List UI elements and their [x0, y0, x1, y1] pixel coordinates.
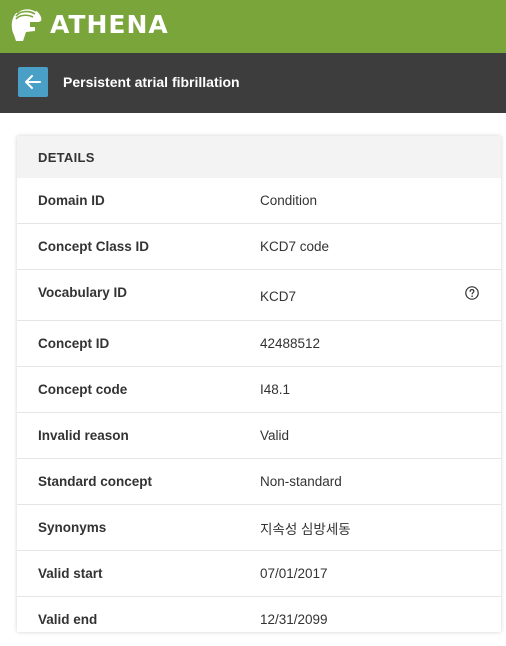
detail-value: I48.1	[260, 382, 291, 397]
detail-row-synonyms: Synonyms 지속성 심방세동	[17, 505, 501, 551]
details-heading: DETAILS	[17, 136, 501, 178]
detail-row-invalid-reason: Invalid reason Valid	[17, 413, 501, 459]
detail-label: Invalid reason	[38, 428, 129, 443]
detail-value: Condition	[260, 193, 318, 208]
detail-value: Non-standard	[260, 474, 342, 489]
detail-row-concept-id: Concept ID 42488512	[17, 321, 501, 367]
detail-label: Valid end	[38, 612, 98, 627]
detail-label: Domain ID	[38, 193, 105, 208]
detail-label: Concept code	[38, 382, 128, 397]
detail-label: Concept ID	[38, 336, 110, 351]
arrow-left-icon	[25, 75, 41, 89]
detail-row-concept-code: Concept code I48.1	[17, 367, 501, 413]
detail-label: Synonyms	[38, 520, 107, 535]
details-card: DETAILS Domain ID Condition Concept Clas…	[17, 136, 501, 632]
detail-label: Standard concept	[38, 474, 153, 489]
detail-row-standard-concept: Standard concept Non-standard	[17, 459, 501, 505]
detail-value: 07/01/2017	[260, 566, 328, 581]
main-content: DETAILS Domain ID Condition Concept Clas…	[0, 113, 506, 646]
question-circle-icon[interactable]	[465, 286, 479, 300]
detail-row-concept-class-id: Concept Class ID KCD7 code	[17, 224, 501, 270]
page-title: Persistent atrial fibrillation	[63, 74, 240, 90]
athena-logo[interactable]: ATHENA	[8, 5, 169, 43]
detail-value: Valid	[260, 428, 290, 443]
back-button[interactable]	[18, 67, 48, 97]
detail-value: 지속성 심방세동	[260, 521, 351, 537]
detail-row-valid-start: Valid start 07/01/2017	[17, 551, 501, 597]
helmet-icon	[11, 7, 42, 41]
brand-name: ATHENA	[50, 9, 169, 39]
detail-value: KCD7	[260, 289, 297, 304]
top-bar: ATHENA	[0, 0, 506, 53]
detail-row-vocabulary-id: Vocabulary ID KCD7	[17, 270, 501, 321]
detail-row-valid-end: Valid end 12/31/2099	[17, 597, 501, 642]
detail-label: Vocabulary ID	[38, 285, 128, 300]
detail-value: 12/31/2099	[260, 612, 328, 627]
detail-row-domain-id: Domain ID Condition	[17, 178, 501, 224]
detail-label: Concept Class ID	[38, 239, 150, 254]
page-header: Persistent atrial fibrillation	[0, 53, 506, 113]
detail-value: KCD7 code	[260, 239, 330, 254]
detail-value: 42488512	[260, 336, 321, 351]
detail-label: Valid start	[38, 566, 103, 581]
